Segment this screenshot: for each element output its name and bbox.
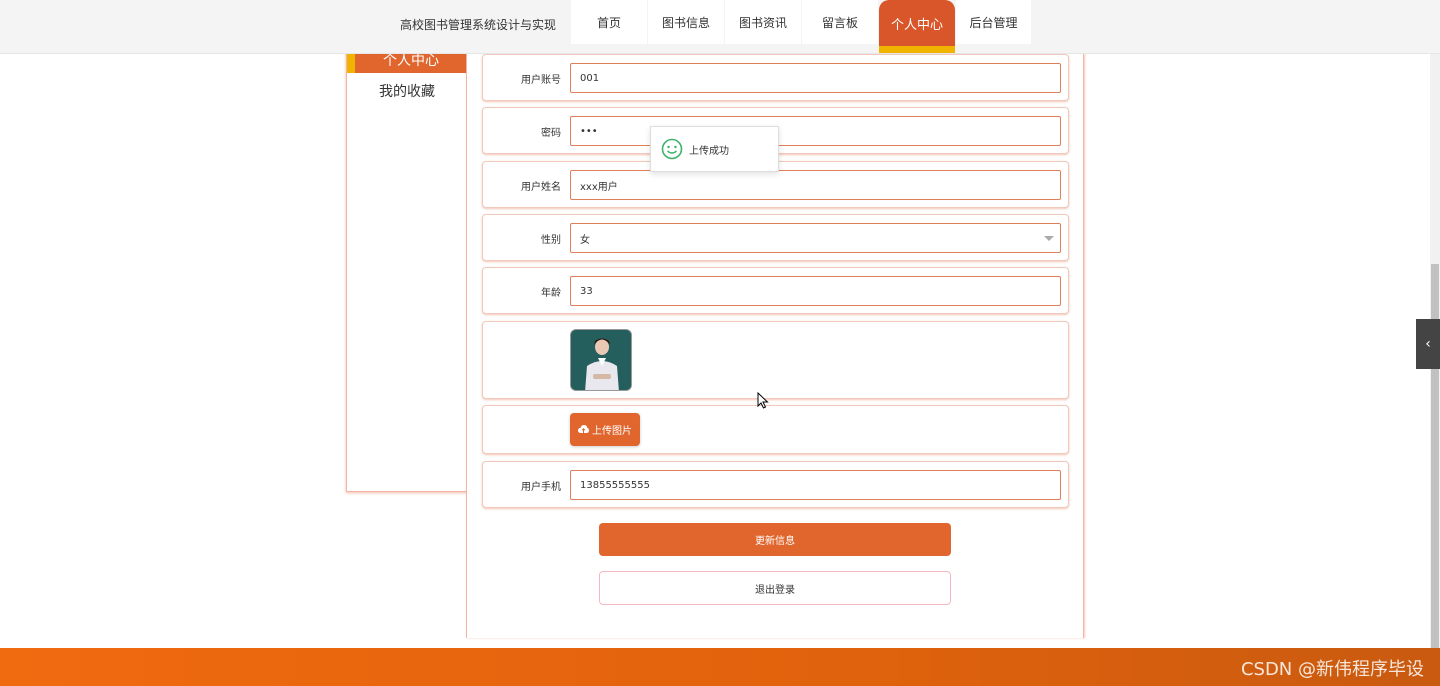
form-row-avatar — [482, 321, 1069, 399]
password-label: 密码 — [541, 128, 561, 139]
cloud-upload-icon — [578, 425, 589, 433]
gender-select[interactable]: 女 — [570, 223, 1061, 253]
password-input[interactable]: ••• — [570, 116, 1061, 146]
csdn-watermark: CSDN @新伟程序毕设 — [1240, 659, 1424, 680]
sidebar: 个人中心 我的收藏 — [346, 46, 467, 492]
site-title: 高校图书管理系统设计与实现 — [400, 18, 557, 32]
form-row-age: 年龄 33 — [482, 267, 1069, 314]
upload-image-button[interactable]: 上传图片 — [570, 413, 640, 446]
nav-book-info[interactable]: 图书信息 — [648, 0, 724, 44]
form-row-gender: 性别 女 — [482, 214, 1069, 261]
account-label: 用户账号 — [521, 75, 561, 86]
smile-icon — [661, 138, 683, 160]
account-input[interactable]: 001 — [570, 63, 1061, 93]
form-row-phone: 用户手机 13855555555 — [482, 461, 1069, 508]
gender-value: 女 — [580, 234, 590, 246]
name-label: 用户姓名 — [521, 182, 561, 193]
mouse-cursor-icon — [757, 392, 769, 409]
age-label: 年龄 — [541, 288, 561, 299]
phone-input[interactable]: 13855555555 — [570, 470, 1061, 500]
drawer-toggle-button[interactable]: ‹ — [1416, 319, 1440, 369]
chevron-down-icon — [1044, 236, 1054, 241]
nav-personal-center[interactable]: 个人中心 — [879, 0, 955, 53]
main-nav: 首页 图书信息 图书资讯 留言板 个人中心 后台管理 — [571, 0, 1032, 53]
name-input[interactable]: xxx用户 — [570, 170, 1061, 200]
nav-message-board[interactable]: 留言板 — [802, 0, 878, 44]
footer-bar: CSDN @新伟程序毕设 — [0, 648, 1440, 686]
upload-image-label: 上传图片 — [592, 426, 632, 437]
top-navbar: 高校图书管理系统设计与实现 首页 图书信息 图书资讯 留言板 个人中心 后台管理 — [0, 0, 1440, 54]
update-info-button[interactable]: 更新信息 — [599, 523, 951, 556]
success-toast: 上传成功 — [650, 126, 779, 172]
age-input[interactable]: 33 — [570, 276, 1061, 306]
person-photo-icon — [571, 330, 631, 390]
logout-button[interactable]: 退出登录 — [599, 571, 951, 605]
nav-admin[interactable]: 后台管理 — [956, 0, 1031, 44]
nav-book-news[interactable]: 图书资讯 — [725, 0, 801, 44]
gender-label: 性别 — [541, 235, 561, 246]
chevron-left-icon: ‹ — [1425, 336, 1431, 352]
nav-home[interactable]: 首页 — [571, 0, 647, 44]
form-row-upload: 上传图片 — [482, 405, 1069, 454]
sidebar-item-my-favorites[interactable]: 我的收藏 — [347, 81, 467, 101]
avatar-image — [570, 329, 632, 391]
phone-label: 用户手机 — [521, 482, 561, 493]
toast-message: 上传成功 — [689, 145, 729, 157]
form-row-account: 用户账号 001 — [482, 54, 1069, 101]
